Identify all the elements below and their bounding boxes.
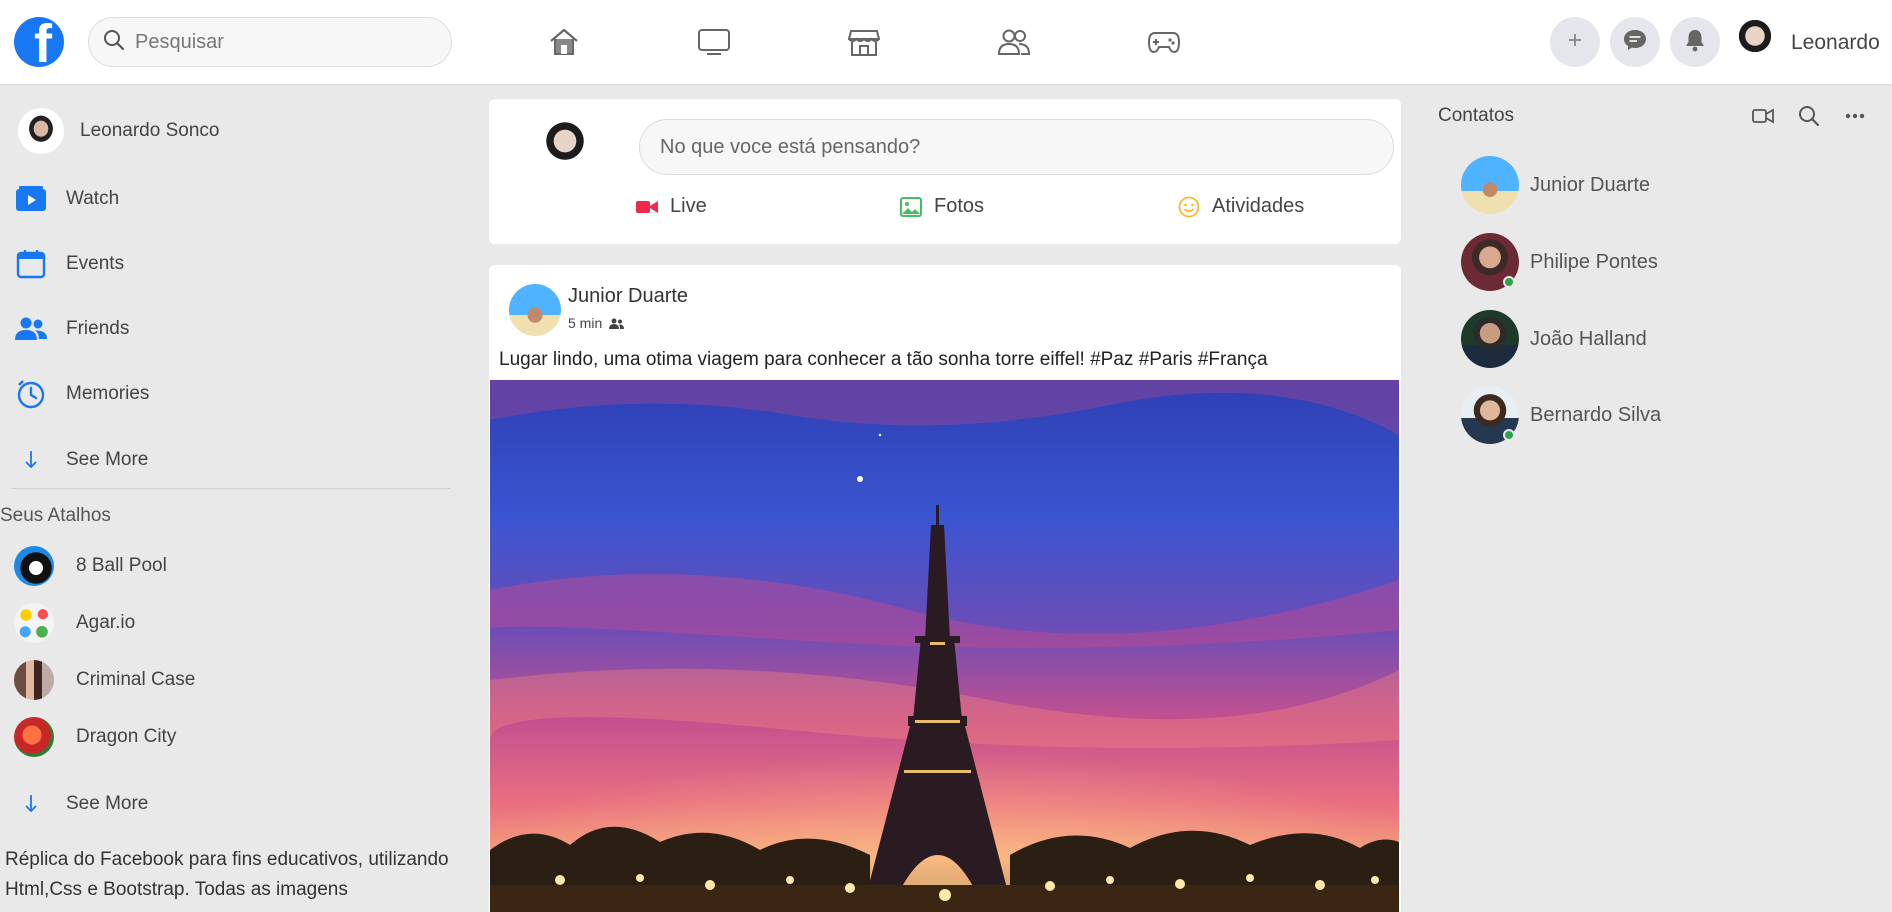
avatar xyxy=(1461,233,1519,291)
create-button[interactable] xyxy=(1550,17,1600,67)
contact-name: Bernardo Silva xyxy=(1530,403,1662,426)
search-icon[interactable] xyxy=(1796,104,1822,128)
shortcut-label: Dragon City xyxy=(76,726,177,747)
home-icon[interactable] xyxy=(545,24,583,60)
arrow-down-icon xyxy=(14,787,48,821)
contact-philipe-pontes[interactable]: Philipe Pontes xyxy=(1461,233,1658,291)
footer-text: Réplica do Facebook para fins educativos… xyxy=(5,849,449,900)
tv-icon[interactable] xyxy=(695,24,733,60)
smiley-icon xyxy=(1178,196,1200,218)
photo-icon xyxy=(900,196,922,217)
messenger-icon xyxy=(1623,29,1647,56)
avatar xyxy=(1461,156,1519,214)
top-navbar: f Leonardo xyxy=(0,0,1892,84)
more-icon[interactable] xyxy=(1842,104,1868,128)
video-call-icon[interactable] xyxy=(1750,104,1776,128)
avatar[interactable] xyxy=(509,284,561,336)
sidebar-item-label: Watch xyxy=(66,188,120,209)
shortcut-8-ball-pool[interactable]: 8 Ball Pool xyxy=(14,546,167,586)
shortcut-agar-io[interactable]: Agar.io xyxy=(14,603,135,643)
calendar-icon xyxy=(14,247,48,281)
sidebar-profile[interactable]: Leonardo Sonco xyxy=(18,108,219,154)
arrow-down-icon xyxy=(14,443,48,477)
activities-label: Atividades xyxy=(1212,195,1305,217)
shortcuts-title: Seus Atalhos xyxy=(0,505,111,526)
avatar xyxy=(1461,386,1519,444)
sidebar-item-label: Memories xyxy=(66,383,150,404)
shortcut-label: 8 Ball Pool xyxy=(76,555,167,576)
contact-joao-halland[interactable]: João Halland xyxy=(1461,310,1647,368)
agar-io-icon xyxy=(14,603,54,643)
post-composer: Live Fotos Atividades xyxy=(489,99,1401,244)
gaming-icon[interactable] xyxy=(1145,24,1183,60)
marketplace-icon[interactable] xyxy=(845,24,883,60)
contact-name: João Halland xyxy=(1530,327,1647,350)
avatar xyxy=(18,108,64,154)
facebook-logo[interactable]: f xyxy=(14,17,64,67)
online-indicator xyxy=(1503,429,1515,441)
photos-button[interactable]: Fotos xyxy=(900,195,984,218)
dragon-city-icon xyxy=(14,717,54,757)
post-timestamp: 5 min xyxy=(568,315,625,331)
messenger-button[interactable] xyxy=(1610,17,1660,67)
contacts-title: Contatos xyxy=(1438,105,1515,126)
criminal-case-icon xyxy=(14,660,54,700)
sidebar-item-events[interactable]: Events xyxy=(14,247,124,281)
contact-name: Junior Duarte xyxy=(1530,173,1651,196)
online-indicator xyxy=(1503,276,1515,288)
notifications-button[interactable] xyxy=(1670,17,1720,67)
shortcut-dragon-city[interactable]: Dragon City xyxy=(14,717,176,757)
sidebar-profile-name: Leonardo Sonco xyxy=(80,120,220,141)
avatar[interactable] xyxy=(1730,17,1780,67)
live-button[interactable]: Live xyxy=(636,195,707,218)
search-box[interactable] xyxy=(88,17,452,67)
post-photo[interactable] xyxy=(490,380,1399,912)
top-username[interactable]: Leonardo xyxy=(1791,31,1880,55)
post-time: 5 min xyxy=(568,315,603,331)
activities-button[interactable]: Atividades xyxy=(1178,195,1304,218)
feed-post: Junior Duarte 5 min Lugar lindo, uma oti… xyxy=(489,265,1401,912)
sidebar-item-label: Events xyxy=(66,253,125,274)
shortcuts-see-more[interactable]: See More xyxy=(14,787,148,821)
shortcut-label: See More xyxy=(66,793,149,814)
sidebar-item-memories[interactable]: Memories xyxy=(14,377,149,411)
post-text: Lugar lindo, uma otima viagem para conhe… xyxy=(499,349,1268,370)
status-input[interactable] xyxy=(639,119,1394,175)
plus-icon xyxy=(1567,32,1583,53)
shortcut-criminal-case[interactable]: Criminal Case xyxy=(14,660,195,700)
sidebar-item-friends[interactable]: Friends xyxy=(14,312,129,346)
clock-icon xyxy=(14,377,48,411)
shortcut-label: Agar.io xyxy=(76,612,136,633)
avatar[interactable] xyxy=(536,119,594,177)
contact-junior-duarte[interactable]: Junior Duarte xyxy=(1461,156,1650,214)
friends-icon xyxy=(14,312,48,346)
sidebar-see-more[interactable]: See More xyxy=(14,443,148,477)
search-input[interactable] xyxy=(135,30,415,54)
sidebar-item-watch[interactable]: Watch xyxy=(14,182,119,216)
bell-icon xyxy=(1684,28,1706,57)
watch-icon xyxy=(14,182,48,216)
contact-bernardo-silva[interactable]: Bernardo Silva xyxy=(1461,386,1661,444)
sidebar-item-label: Friends xyxy=(66,318,130,339)
avatar xyxy=(1461,310,1519,368)
friends-audience-icon xyxy=(609,318,625,329)
live-video-icon xyxy=(636,199,658,215)
live-label: Live xyxy=(670,195,707,217)
search-icon xyxy=(103,29,125,56)
post-author[interactable]: Junior Duarte xyxy=(568,285,688,308)
contact-name: Philipe Pontes xyxy=(1530,250,1658,273)
photos-label: Fotos xyxy=(934,195,985,217)
divider xyxy=(12,488,450,489)
shortcut-label: Criminal Case xyxy=(76,669,196,690)
8-ball-pool-icon xyxy=(14,546,54,586)
sidebar-item-label: See More xyxy=(66,449,149,470)
groups-icon[interactable] xyxy=(995,24,1033,60)
